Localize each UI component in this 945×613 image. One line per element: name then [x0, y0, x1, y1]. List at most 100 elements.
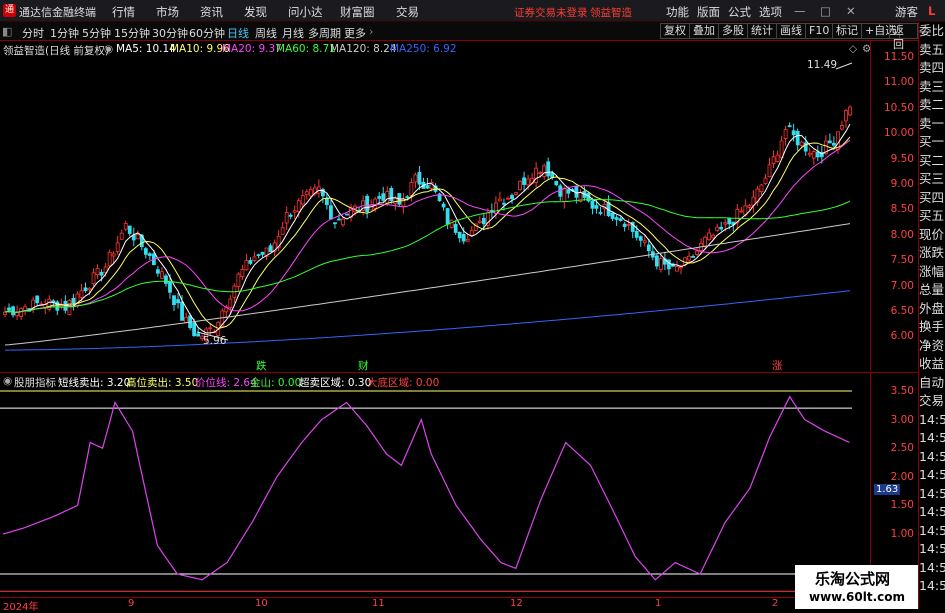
candle: [457, 231, 462, 243]
candle: [654, 253, 659, 270]
period-daily[interactable]: 日线: [227, 25, 249, 41]
kline-chart[interactable]: 领益智造(日线 前复权) ◉ MA5: 10.14 MA10: 9.96 MA2…: [0, 41, 871, 373]
period-60min[interactable]: 60分钟: [189, 25, 225, 41]
period-monthly[interactable]: 月线: [282, 25, 304, 41]
guest-label[interactable]: 游客: [895, 4, 918, 20]
minimize-icon[interactable]: —: [794, 4, 806, 18]
stock-name-top: 领益智造: [590, 7, 632, 19]
button-multi-stock[interactable]: 多股: [718, 23, 748, 39]
side-panel-row[interactable]: 卖一: [919, 115, 945, 134]
period-tick[interactable]: 分时: [22, 25, 44, 41]
menu-item-function[interactable]: 功能: [666, 4, 689, 20]
side-panel-row[interactable]: 卖三: [919, 78, 945, 97]
candle: [606, 195, 611, 218]
side-panel-row[interactable]: 14:56: [919, 522, 945, 541]
side-panel-row[interactable]: 买三: [919, 170, 945, 189]
period-weekly[interactable]: 周线: [255, 25, 277, 41]
button-mark[interactable]: 标记: [832, 23, 862, 39]
candle: [827, 133, 832, 144]
menu-item-options[interactable]: 选项: [759, 4, 782, 20]
button-overlay[interactable]: 叠加: [689, 23, 719, 39]
candle: [795, 128, 800, 151]
side-panel-row[interactable]: 净资: [919, 337, 945, 356]
side-panel-row[interactable]: 14:56: [919, 503, 945, 522]
side-panel-row[interactable]: 现价: [919, 226, 945, 245]
candle: [35, 295, 40, 306]
menu-item-ask[interactable]: 问小达: [288, 4, 323, 20]
indicator-chart[interactable]: ◉ 股朋指标 短线卖出: 3.20 高位卖出: 3.50 价位线: 2.64 金…: [0, 372, 870, 597]
menu-item-quotes[interactable]: 行情: [112, 4, 135, 20]
time-tick-label: 9: [128, 598, 135, 609]
period-30min[interactable]: 30分钟: [152, 25, 188, 41]
side-panel-row[interactable]: 卖二: [919, 96, 945, 115]
menu-item-formula[interactable]: 公式: [728, 4, 751, 20]
candle: [316, 179, 321, 198]
candle: [288, 212, 293, 220]
side-panel-row[interactable]: 14:56: [919, 429, 945, 448]
period-more[interactable]: 更多: [344, 25, 366, 41]
login-status[interactable]: 证券交易未登录: [514, 5, 588, 20]
period-5min[interactable]: 5分钟: [82, 25, 111, 41]
side-panel-row[interactable]: 买二: [919, 152, 945, 171]
side-panel-row[interactable]: 涨幅: [919, 263, 945, 282]
side-panel-row[interactable]: 卖四: [919, 59, 945, 78]
close-icon[interactable]: ✕: [846, 4, 856, 18]
candle: [558, 183, 563, 201]
candle: [453, 219, 458, 235]
button-f10[interactable]: F10: [805, 23, 834, 39]
candle: [787, 122, 792, 128]
indicator-name[interactable]: 股朋指标: [14, 375, 56, 390]
side-panel-row[interactable]: 交易: [919, 392, 945, 411]
event-marker-drop[interactable]: 跌: [256, 358, 267, 373]
diamond-icon[interactable]: ◇: [849, 43, 857, 55]
candle: [811, 149, 816, 165]
button-fuquan[interactable]: 复权: [660, 23, 690, 39]
button-back[interactable]: 返回: [889, 23, 918, 51]
period-multi[interactable]: 多周期: [308, 25, 341, 41]
side-panel-row[interactable]: 外盘: [919, 300, 945, 319]
menu-item-layout[interactable]: 版面: [697, 4, 720, 20]
side-panel-row[interactable]: 14:56: [919, 466, 945, 485]
menu-item-discover[interactable]: 发现: [244, 4, 267, 20]
menu-item-trade[interactable]: 交易: [396, 4, 419, 20]
candle: [610, 212, 615, 222]
side-panel-row[interactable]: 买四: [919, 189, 945, 208]
indicator-toggle-icon[interactable]: ◉: [3, 375, 12, 387]
side-panel-row[interactable]: 14:56: [919, 411, 945, 430]
side-panel-row[interactable]: 买五: [919, 207, 945, 226]
event-marker-rise[interactable]: 涨: [772, 358, 783, 373]
candle: [614, 215, 619, 227]
side-panel-row[interactable]: 卖五: [919, 41, 945, 60]
button-draw[interactable]: 画线: [776, 23, 806, 39]
side-panel-row[interactable]: 涨跌: [919, 244, 945, 263]
candle: [31, 296, 36, 314]
menu-item-news[interactable]: 资讯: [200, 4, 223, 20]
period-1min[interactable]: 1分钟: [50, 25, 79, 41]
side-panel-row[interactable]: 自动: [919, 374, 945, 393]
legend-toggle-icon[interactable]: ◉: [104, 43, 113, 55]
menu-item-wealth[interactable]: 财富圈: [340, 4, 375, 20]
side-panel-row[interactable]: 14:56: [919, 559, 945, 578]
candle: [638, 235, 643, 247]
side-panel-row[interactable]: 买一: [919, 133, 945, 152]
event-marker-finance[interactable]: 财: [358, 358, 369, 373]
side-panel-row[interactable]: 14:56: [919, 540, 945, 559]
side-panel-row[interactable]: 收益: [919, 355, 945, 374]
side-panel-row[interactable]: 总量: [919, 281, 945, 300]
indicator-tick-label: 2.50: [890, 442, 914, 455]
candle: [413, 172, 418, 189]
toolbar-toggle-icon[interactable]: ◧: [2, 25, 12, 38]
menu-item-market[interactable]: 市场: [156, 4, 179, 20]
candle: [707, 228, 712, 241]
side-panel-row[interactable]: 14:56: [919, 448, 945, 467]
button-stats[interactable]: 统计: [747, 23, 777, 39]
candle: [264, 247, 269, 260]
period-15min[interactable]: 15分钟: [114, 25, 150, 41]
l-badge[interactable]: L: [928, 4, 935, 18]
side-panel-row[interactable]: 14:56: [919, 577, 945, 596]
maximize-icon[interactable]: □: [820, 4, 831, 18]
side-panel-row[interactable]: 委比: [919, 22, 945, 41]
side-panel-row[interactable]: 14:56: [919, 485, 945, 504]
chevron-right-icon[interactable]: ›: [369, 25, 373, 38]
side-panel-row[interactable]: 换手: [919, 318, 945, 337]
